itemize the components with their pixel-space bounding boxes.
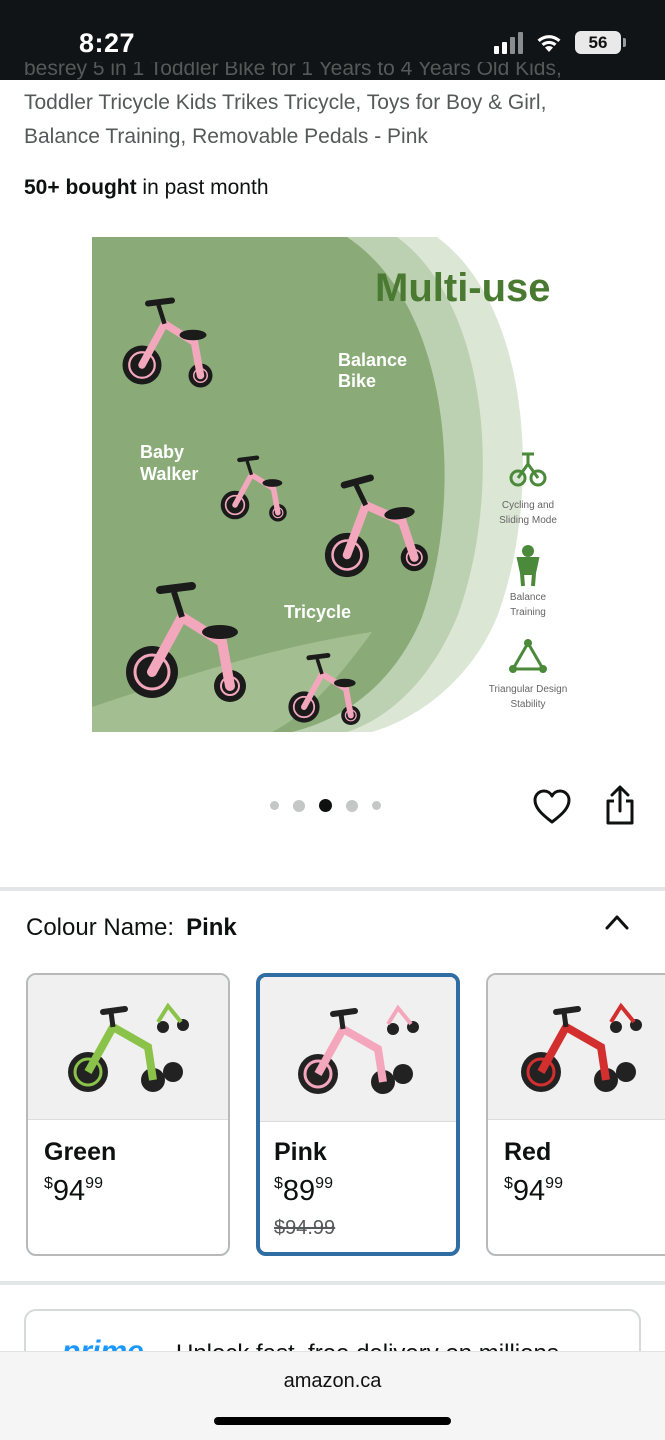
swatch-image (28, 975, 228, 1120)
swatch-green[interactable]: Green $9499 (26, 973, 230, 1256)
status-icons: 56 (494, 31, 626, 54)
section-divider (0, 887, 665, 891)
carousel-dot-active[interactable] (319, 799, 332, 812)
cellular-signal-icon (494, 31, 523, 54)
swatch-was-price: $94.99 (274, 1217, 336, 1239)
feature-triangle-2: Stability (510, 699, 545, 710)
product-title-line-3: Balance Training, Removable Pedals - Pin… (24, 125, 428, 148)
swatch-price: $9499 (44, 1175, 103, 1207)
feature-balance-1: Balance (510, 592, 547, 603)
carousel-dot[interactable] (293, 799, 305, 812)
hero-headline: Multi-use (375, 266, 551, 310)
swatch-price: $8999 (274, 1175, 333, 1207)
chevron-up-icon[interactable] (604, 912, 630, 932)
product-title-line-1: besrey 5 in 1 Toddler Bike for 1 Years t… (24, 62, 562, 80)
share-icon[interactable] (603, 785, 637, 827)
product-title-line-2: Toddler Tricycle Kids Trikes Tricycle, T… (24, 91, 547, 114)
red-bike-thumbnail (521, 1002, 642, 1092)
carousel-dot[interactable] (372, 801, 381, 810)
colour-name-label: Colour Name: Pink (26, 914, 237, 941)
browser-bottom-bar: amazon.ca (0, 1351, 665, 1440)
swatch-image (488, 975, 665, 1120)
feature-balance-2: Training (510, 607, 546, 618)
feature-cycling-1: Cycling and (502, 500, 554, 511)
swatch-name: Pink (274, 1138, 327, 1166)
swatch-name: Green (44, 1138, 117, 1166)
selected-colour: Pink (186, 914, 237, 941)
label-tricycle: Tricycle (284, 602, 351, 622)
feature-triangle-1: Triangular Design (489, 684, 568, 695)
swatch-image (260, 977, 456, 1122)
carousel-dot[interactable] (270, 801, 279, 810)
label-baby-walker-1: Baby (140, 442, 184, 462)
carousel-dot[interactable] (346, 799, 358, 812)
address-bar[interactable]: amazon.ca (0, 1370, 665, 1393)
label-baby-walker-2: Walker (140, 464, 198, 484)
section-divider (0, 1281, 665, 1285)
swatch-pink[interactable]: Pink $8999 $94.99 (256, 973, 460, 1256)
product-image[interactable]: Multi-use Balance Bike Baby Walker Tricy… (92, 237, 572, 732)
label-balance-bike-1: Balance (338, 350, 407, 370)
swatch-price: $9499 (504, 1175, 563, 1207)
green-bike-thumbnail (68, 1002, 189, 1092)
swatch-name: Red (504, 1138, 552, 1166)
swatch-red[interactable]: Red $9499 (486, 973, 665, 1256)
status-time: 8:27 (79, 28, 136, 58)
home-indicator[interactable] (214, 1417, 451, 1425)
bought-in-past-month: 50+ bought in past month (24, 176, 269, 199)
pink-bike-thumbnail (298, 1004, 419, 1094)
battery-icon: 56 (575, 31, 626, 54)
wifi-icon (537, 34, 561, 52)
carousel-dots[interactable] (270, 799, 381, 812)
feature-cycling-2: Sliding Mode (499, 515, 557, 526)
label-balance-bike-2: Bike (338, 371, 376, 391)
heart-icon[interactable] (532, 787, 572, 827)
product-title[interactable]: besrey 5 in 1 Toddler Bike for 1 Years t… (24, 62, 634, 154)
product-image-graphic: Multi-use Balance Bike Baby Walker Tricy… (92, 237, 572, 732)
